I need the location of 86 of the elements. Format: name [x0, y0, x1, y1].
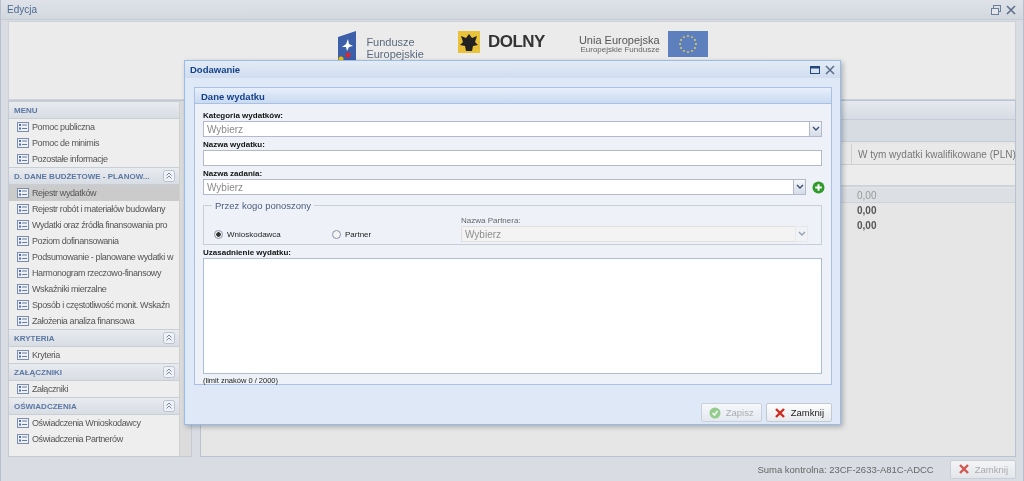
field-label: Nazwa wydatku: [203, 140, 266, 149]
checksum-text: Suma kontrolna: 23CF-2633-A81C-ADCC [757, 463, 934, 475]
close-icon[interactable] [1005, 3, 1017, 16]
form-icon [17, 220, 29, 230]
collapse-icon[interactable] [163, 332, 175, 344]
menu-item[interactable]: Rejestr robót i materiałów budowlany [9, 201, 179, 217]
section-title: D. DANE BUDŻETOWE - PLANOW... [14, 171, 150, 181]
menu-item[interactable]: Załączniki [9, 381, 179, 397]
menu-item[interactable]: Sposób i częstotliwość monit. Wskaźn [9, 297, 179, 313]
field-label: Uzasadnienie wydatku: [203, 248, 293, 257]
menu-item[interactable]: Pomoc publiczna [9, 119, 179, 135]
menu-item[interactable]: Harmonogram rzeczowo-finansowy [9, 265, 179, 281]
form-icon [17, 154, 29, 164]
radio-button[interactable] [332, 229, 341, 239]
form-icon [17, 236, 29, 246]
form-icon [17, 350, 29, 360]
fieldset-legend: Przez kogo ponoszony [212, 200, 315, 211]
form-icon [17, 252, 29, 262]
collapse-icon[interactable] [163, 170, 175, 182]
form-icon [17, 284, 29, 294]
logo-text: Unia Europejska [578, 33, 660, 46]
panel-title: Dane wydatku [195, 88, 831, 104]
form-icon [17, 188, 29, 198]
close-icon[interactable] [824, 63, 836, 76]
form-icon [17, 268, 29, 278]
select-field[interactable]: Wybierz [203, 121, 809, 137]
menu-item[interactable]: Kryteria [9, 347, 179, 363]
menu-item[interactable]: Pozostałe informacje [9, 151, 179, 167]
logo-text: DOLNY [487, 32, 545, 52]
form-icon [17, 384, 29, 394]
menu-item[interactable]: Podsumowanie - planowane wydatki w [9, 249, 179, 265]
section-title: KRYTERIA [14, 333, 55, 343]
form-icon [17, 300, 29, 310]
dialog-title: Dodawanie [190, 64, 241, 75]
logo-text: Europejskie [366, 48, 424, 61]
column-header[interactable]: W tym wydatki kwalifikowane (PLN) [851, 144, 1015, 164]
restore-icon[interactable] [990, 3, 1002, 16]
section-header[interactable]: ZAŁĄCZNIKI [9, 363, 179, 381]
logo-text: Europejskie Fundusze [580, 45, 660, 55]
input-field[interactable] [203, 150, 822, 166]
section-title: OŚWIADCZENIA [14, 401, 77, 411]
form-icon [17, 122, 29, 132]
field-label: Kategoria wydatków: [203, 111, 284, 120]
radio-label[interactable]: Wnioskodawca [227, 229, 281, 239]
collapse-icon[interactable] [163, 400, 175, 412]
table-cell-text: 0,00 [856, 205, 878, 216]
section-header[interactable]: D. DANE BUDŻETOWE - PLANOW... [9, 167, 179, 185]
menu-item[interactable]: Pomoc de minimis [9, 135, 179, 151]
menu-item[interactable]: Wskaźniki mierzalne [9, 281, 179, 297]
text-area[interactable] [203, 258, 822, 374]
window-title: Edycja [7, 4, 37, 15]
form-icon [17, 204, 29, 214]
menu-item[interactable]: Założenia analiza finansowa [9, 313, 179, 329]
dropdown-button[interactable] [793, 179, 806, 195]
check-icon [708, 406, 721, 419]
form-icon [17, 138, 29, 148]
menu-item[interactable]: Oświadczenia Partnerów [9, 431, 179, 447]
close-button[interactable]: Zamknij [765, 403, 832, 422]
form-icon [17, 434, 29, 444]
close-icon [957, 463, 970, 475]
form-icon [17, 418, 29, 428]
field-label: Nazwa zadania: [203, 169, 264, 178]
form-icon [17, 316, 29, 326]
menu-item[interactable]: Wydatki oraz źródła finansowania pro [9, 217, 179, 233]
menu-item[interactable]: Poziom dofinansowania [9, 233, 179, 249]
section-header[interactable]: KRYTERIA [9, 329, 179, 347]
dropdown-button[interactable] [809, 121, 822, 137]
menu-item[interactable]: Rejestr wydatków [9, 185, 179, 201]
collapse-icon[interactable] [163, 366, 175, 378]
close-icon [773, 406, 786, 419]
eu-flag-icon [667, 31, 708, 57]
section-title: MENU [14, 105, 38, 115]
menu-item[interactable]: Oświadczenia Wnioskodawcy [9, 415, 179, 431]
eagle-crest-icon [457, 31, 480, 53]
radio-label[interactable]: Partner [345, 229, 372, 239]
field-label: Nazwa Partnera: [461, 216, 522, 225]
radio-button[interactable] [214, 229, 223, 239]
logo-text: Fundusze [366, 35, 416, 48]
table-cell-text: 0,00 [856, 189, 878, 201]
section-header[interactable]: MENU [9, 101, 179, 119]
section-title: ZAŁĄCZNIKI [14, 367, 62, 377]
maximize-icon[interactable] [809, 63, 821, 76]
table-cell-text: 0,00 [856, 220, 878, 231]
add-icon[interactable] [812, 180, 825, 194]
select-field[interactable]: Wybierz [203, 179, 793, 195]
section-header[interactable]: OŚWIADCZENIA [9, 397, 179, 415]
